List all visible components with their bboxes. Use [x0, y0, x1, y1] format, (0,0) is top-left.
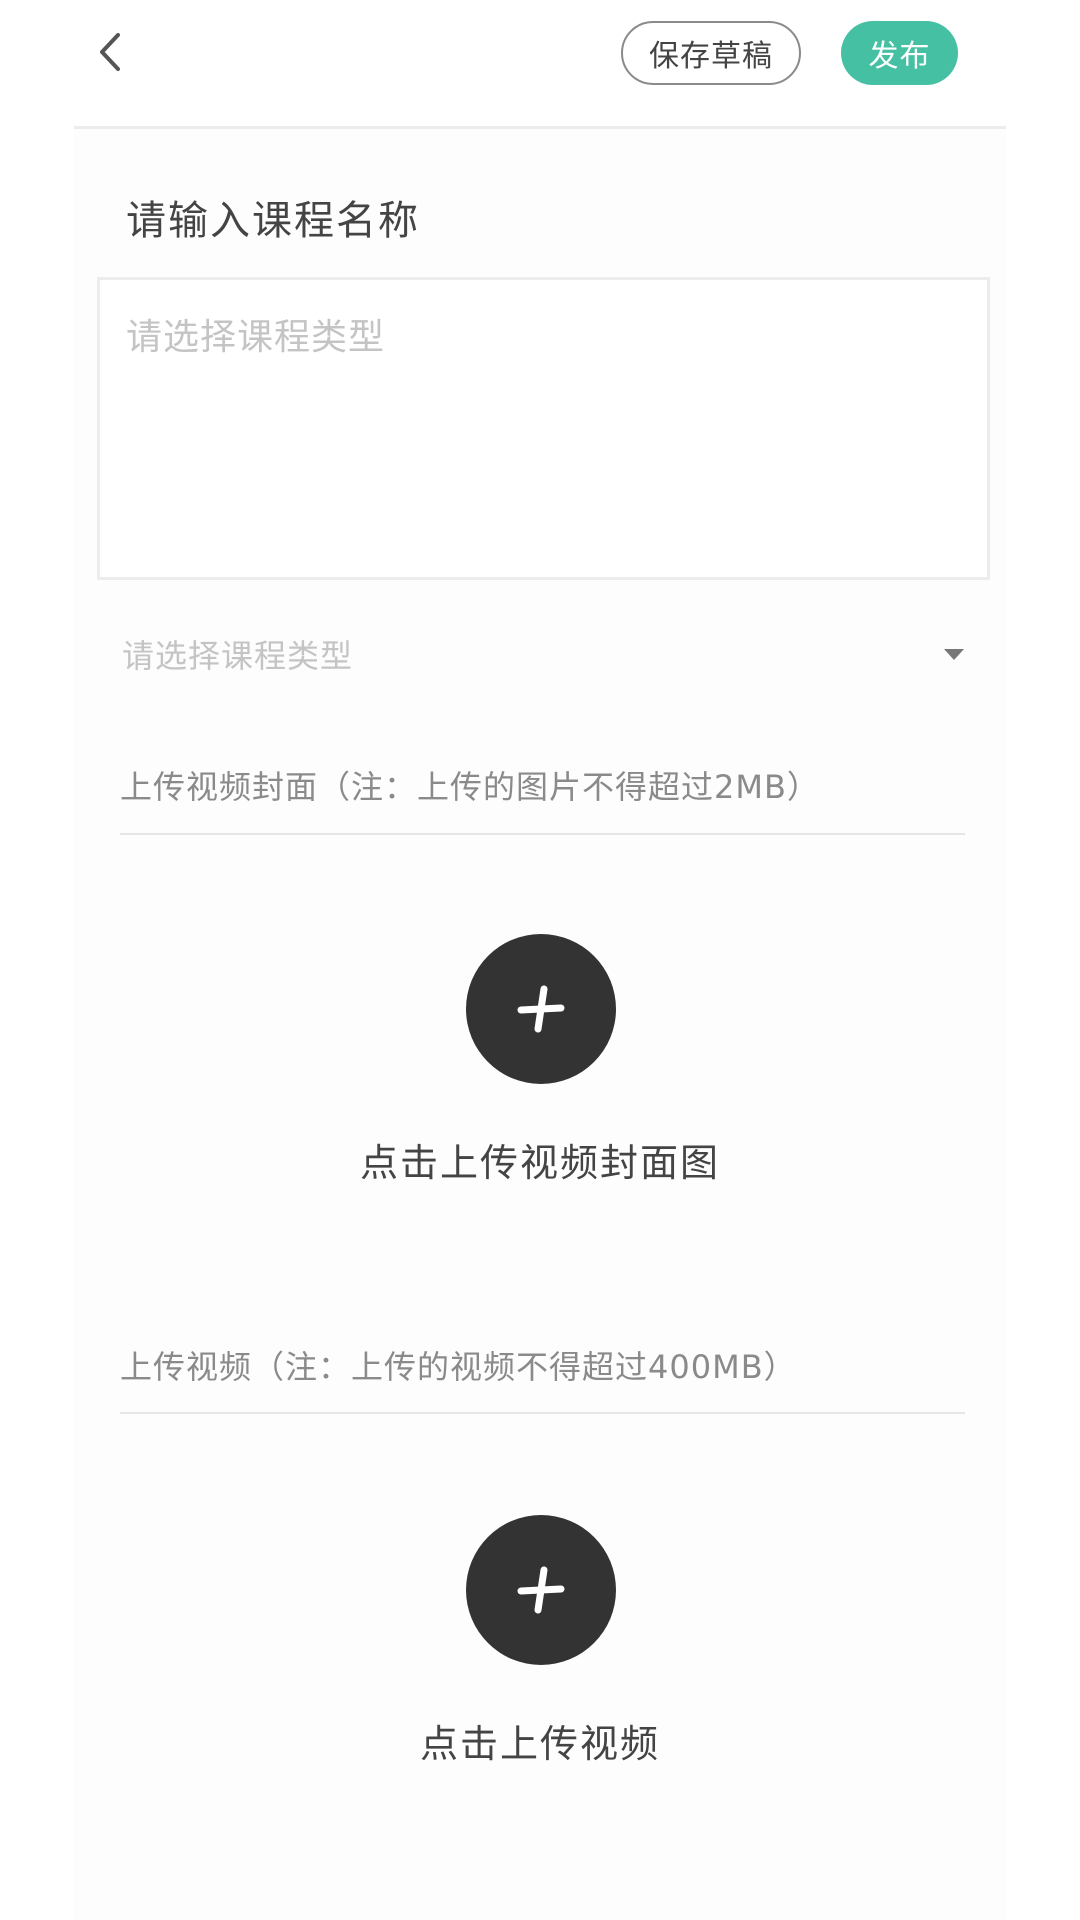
- cover-section-divider: [120, 833, 965, 835]
- header-divider: [74, 126, 1006, 129]
- caret-down-icon: [944, 649, 964, 660]
- plus-icon: [517, 985, 565, 1033]
- course-type-placeholder: 请选择课程类型: [122, 637, 354, 675]
- video-section-label: 上传视频（注：上传的视频不得超过400MB）: [120, 1348, 797, 1386]
- save-draft-label: 保存草稿: [649, 39, 773, 74]
- page: 保存草稿 发布 请输入课程名称 请选择课程类型 请选择课程类型 上传视频封面（注…: [0, 0, 1080, 1920]
- description-placeholder: 请选择课程类型: [126, 317, 386, 358]
- course-name-input[interactable]: 请输入课程名称: [126, 188, 420, 246]
- back-button[interactable]: [88, 26, 132, 78]
- course-description-textarea[interactable]: 请选择课程类型: [97, 277, 990, 580]
- plus-icon: [517, 1566, 565, 1614]
- cover-section-label: 上传视频封面（注：上传的图片不得超过2MB）: [120, 768, 820, 806]
- upload-video-caption: 点击上传视频: [419, 1722, 661, 1766]
- chevron-left-icon: [100, 33, 120, 71]
- video-section-divider: [120, 1412, 965, 1414]
- top-bar: 保存草稿 发布: [0, 0, 1080, 128]
- publish-button[interactable]: 发布: [841, 21, 958, 85]
- upload-cover-caption: 点击上传视频封面图: [359, 1141, 721, 1185]
- publish-label: 发布: [868, 39, 931, 74]
- save-draft-button[interactable]: 保存草稿: [621, 21, 801, 85]
- upload-video-button[interactable]: [466, 1515, 616, 1665]
- course-type-select[interactable]: 请选择课程类型: [97, 603, 990, 703]
- upload-cover-button[interactable]: [466, 934, 616, 1084]
